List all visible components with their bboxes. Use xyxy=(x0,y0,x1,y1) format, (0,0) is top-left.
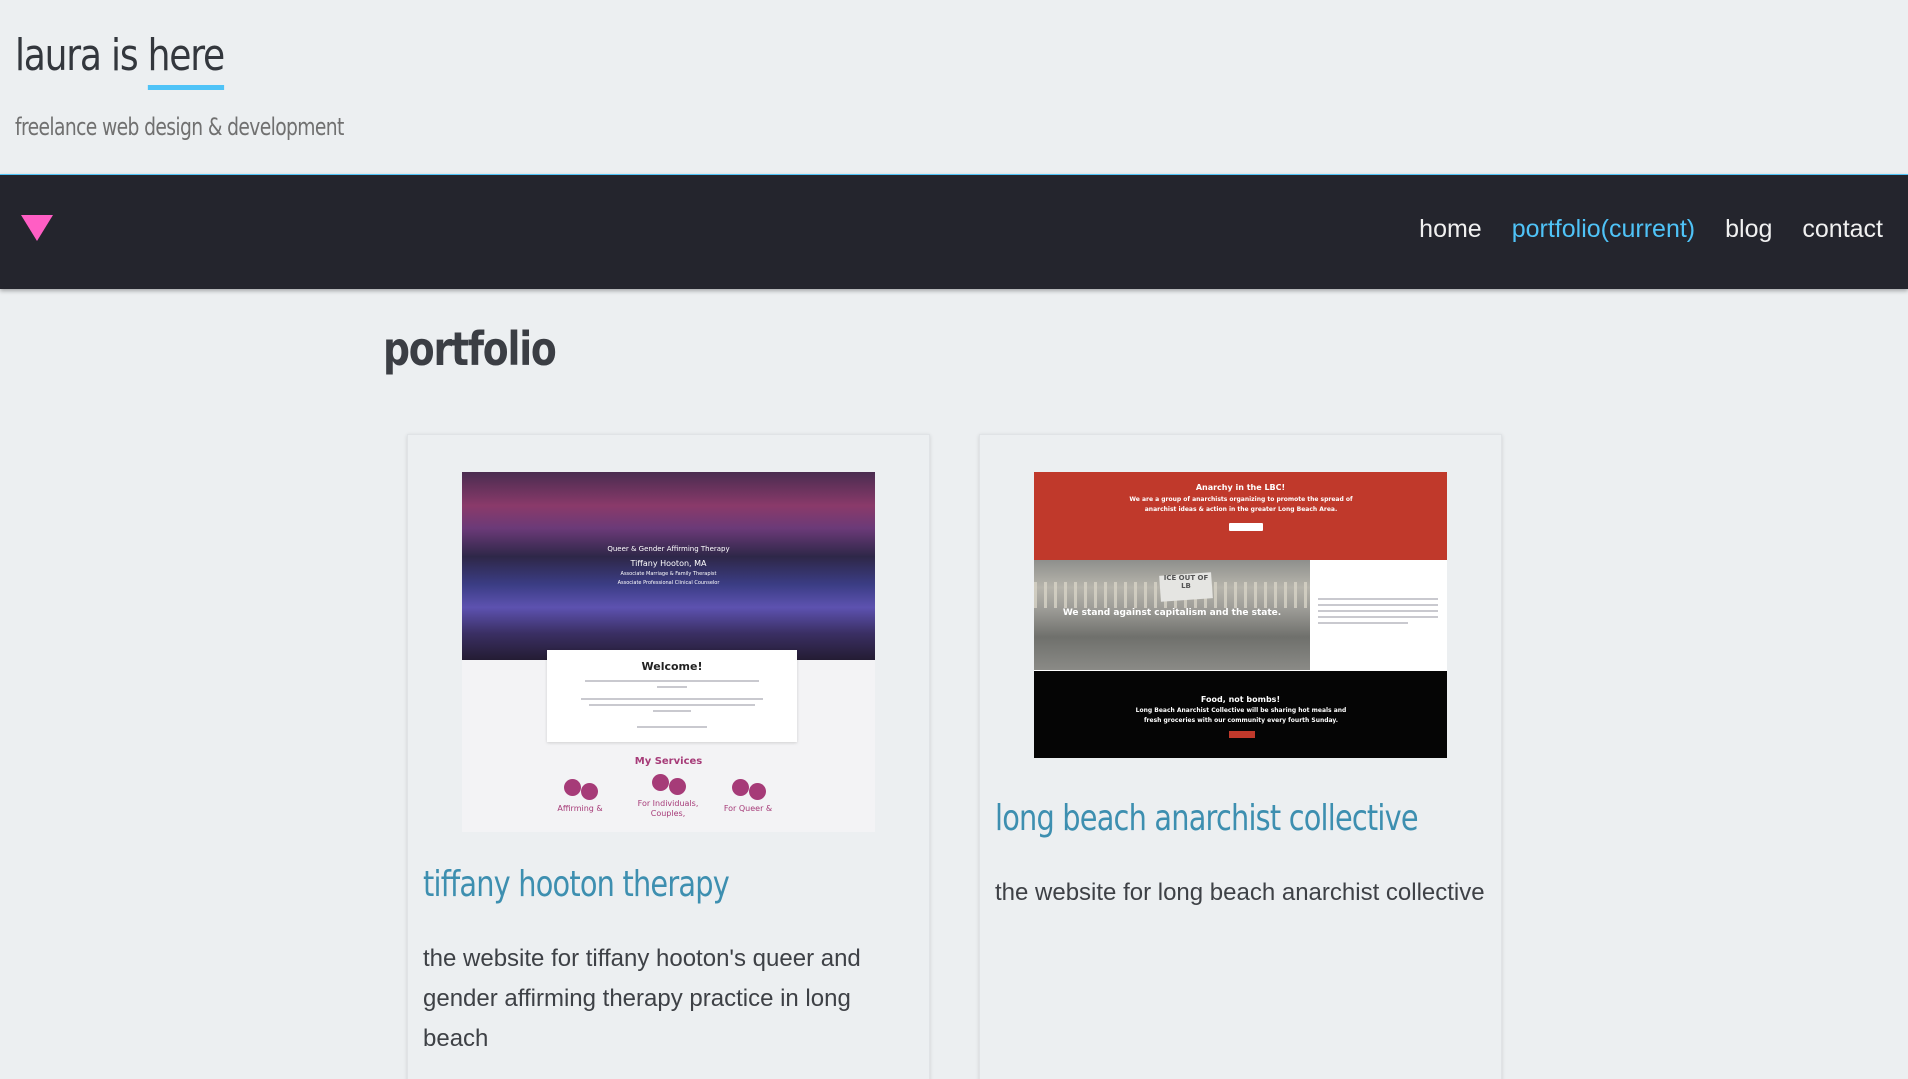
site-title-highlight[interactable]: here xyxy=(147,30,225,90)
nav-item-home[interactable]: home xyxy=(1419,215,1482,244)
site-title[interactable]: laura is here xyxy=(15,30,225,90)
nav-menu: home portfolio(current) blog contact xyxy=(1389,215,1883,244)
portfolio-thumbnail[interactable]: Queer & Gender Affirming Therapy Tiffany… xyxy=(462,472,875,832)
nav-item-contact[interactable]: contact xyxy=(1802,215,1883,244)
portfolio-card-description: the website for long beach anarchist col… xyxy=(995,879,1485,906)
thumbnail-welcome-title: Welcome! xyxy=(641,660,703,673)
thumbnail-banner-title: Anarchy in the LBC! xyxy=(1195,483,1286,492)
thumbnail-banner: Anarchy in the LBC! We are a group of an… xyxy=(1034,472,1447,560)
nav-item-portfolio[interactable]: portfolio(current) xyxy=(1512,215,1695,244)
thumbnail-photo: ICE OUT OF LB We stand against capitalis… xyxy=(1034,560,1310,670)
thumbnail-hero-image: Queer & Gender Affirming Therapy Tiffany… xyxy=(462,472,875,660)
thumbnail-service-icon xyxy=(730,777,766,800)
portfolio-thumbnail[interactable]: Anarchy in the LBC! We are a group of an… xyxy=(1034,472,1447,758)
portfolio-card: Anarchy in the LBC! We are a group of an… xyxy=(979,434,1502,1079)
thumbnail-service: For Queer & xyxy=(708,777,788,814)
thumbnail-food-title: Food, not bombs! xyxy=(1200,695,1281,704)
thumbnail-sign-text: ICE OUT OF LB xyxy=(1163,574,1209,590)
nav-item-blog[interactable]: blog xyxy=(1725,215,1772,244)
thumbnail-photo-caption: We stand against capitalism and the stat… xyxy=(1062,608,1282,618)
portfolio-card-title[interactable]: long beach anarchist collective xyxy=(995,798,1419,839)
thumbnail-service-icon xyxy=(650,772,686,795)
page-title: portfolio xyxy=(383,322,557,376)
portfolio-card: Queer & Gender Affirming Therapy Tiffany… xyxy=(407,434,930,1079)
triangle-down-icon[interactable] xyxy=(21,215,53,241)
portfolio-card-title[interactable]: tiffany hooton therapy xyxy=(423,864,730,905)
thumbnail-footer-section: Food, not bombs! Long Beach Anarchist Co… xyxy=(1034,671,1447,758)
thumbnail-food-text: Long Beach Anarchist Collective will be … xyxy=(1135,707,1347,724)
thumbnail-banner-text: We are a group of anarchists organizing … xyxy=(1129,496,1353,513)
thumbnail-service: For Individuals, Couples, xyxy=(628,772,708,819)
thumbnail-hero-line: Associate Marriage & Family Therapist xyxy=(620,571,717,577)
main-navigation: home portfolio(current) blog contact xyxy=(0,174,1908,289)
thumbnail-hero-line: Tiffany Hooton, MA xyxy=(630,559,707,568)
thumbnail-service-icon xyxy=(562,777,598,800)
site-header: laura is here freelance web design & dev… xyxy=(0,0,1908,174)
site-description: freelance web design & development xyxy=(15,113,344,141)
thumbnail-hero-line: Associate Professional Clinical Counselo… xyxy=(617,580,720,586)
thumbnail-service: Affirming & xyxy=(540,777,620,814)
thumbnail-hero-line: Queer & Gender Affirming Therapy xyxy=(607,545,730,553)
thumbnail-welcome-box: Welcome! xyxy=(547,650,797,742)
site-title-part1[interactable]: laura is xyxy=(15,30,148,81)
thumbnail-services-heading: My Services xyxy=(634,756,703,767)
portfolio-card-description: the website for tiffany hooton's queer a… xyxy=(423,945,861,1052)
